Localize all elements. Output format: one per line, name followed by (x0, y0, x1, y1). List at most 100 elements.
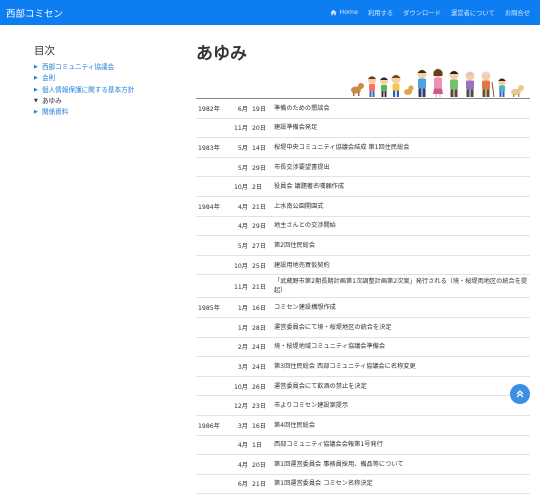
history-year (196, 118, 228, 139)
history-month: 4月 (228, 216, 250, 237)
history-year (196, 376, 228, 397)
history-year (196, 356, 228, 377)
history-event: コミセン建設構想作成 (272, 297, 530, 318)
history-event: 建設準備会発足 (272, 118, 530, 139)
toc-item-documents[interactable]: ▶ 関係資料 (34, 107, 184, 118)
triangle-right-icon: ▶ (34, 109, 38, 116)
history-day: 21日 (250, 474, 272, 494)
history-month: 11月 (228, 118, 250, 139)
history-year (196, 395, 228, 416)
history-month: 10月 (228, 376, 250, 397)
history-year (196, 274, 228, 299)
brand-link[interactable]: 西部コミセン (6, 6, 63, 20)
history-row: 1986年 3月 16日 第4回住民総会 (196, 415, 530, 436)
history-year (196, 255, 228, 276)
history-row: 3月 24日 第3回住民総会 西部コミュニティ協議会に名称変更 (196, 356, 530, 377)
history-year: 1983年 (196, 137, 228, 158)
history-event: 準備のための懇談会 (272, 98, 530, 119)
history-month: 6月 (228, 98, 250, 119)
history-day: 16日 (250, 297, 272, 318)
history-year (196, 435, 228, 456)
toc-item-bylaws[interactable]: ▶ 会則 (34, 73, 184, 84)
history-year (196, 235, 228, 256)
home-icon (330, 9, 337, 16)
history-year: 1985年 (196, 297, 228, 318)
history-month: 11月 (228, 274, 250, 299)
history-row: 2月 24日 境・桜堤地域コミュニティ協議会準備会 (196, 337, 530, 358)
history-year (196, 454, 228, 475)
toc-item-label: 個人情報保護に関する基本方針 (42, 85, 135, 94)
history-month: 4月 (228, 435, 250, 456)
history-row: 6月 21日 第1回運営委員会 コミセン名称決定 (196, 474, 530, 494)
history-day: 20日 (250, 118, 272, 139)
history-day: 21日 (250, 274, 272, 299)
history-row: 5月 27日 第2回住民総会 (196, 235, 530, 256)
toc-item-privacy[interactable]: ▶ 個人情報保護に関する基本方針 (34, 85, 184, 96)
history-day: 14日 (250, 137, 272, 158)
nav-home[interactable]: Home (330, 9, 358, 16)
history-row: 12月 23日 市よりコミセン建設案提示 (196, 395, 530, 416)
history-event: 桜堤中央コミュニティ協議会結成 第1回住民総会 (272, 137, 530, 158)
history-day: 24日 (250, 337, 272, 358)
history-year (196, 474, 228, 494)
history-year (196, 157, 228, 178)
toc-item-council[interactable]: ▶ 西部コミュニティ協議会 (34, 62, 184, 73)
history-day: 16日 (250, 415, 272, 436)
history-year (196, 216, 228, 237)
history-month: 5月 (228, 157, 250, 178)
history-day: 25日 (250, 255, 272, 276)
history-event: 第1回運営委員会 事務員採用、備品等について (272, 454, 530, 475)
history-month: 1月 (228, 297, 250, 318)
history-day: 28日 (250, 317, 272, 338)
history-day: 20日 (250, 454, 272, 475)
toc-title: 目次 (34, 45, 55, 57)
history-month: 12月 (228, 395, 250, 416)
history-row: 1月 28日 運営委員会にて境・桜堤地区の統合を決定 (196, 317, 530, 338)
family-illustration (351, 68, 524, 98)
scroll-top-button[interactable] (510, 384, 530, 404)
history-row: 10月 2日 役員会 議題著名嘆願作成 (196, 176, 530, 197)
history-day: 29日 (250, 157, 272, 178)
history-event: 上水南公園開園式 (272, 196, 530, 217)
history-month: 5月 (228, 235, 250, 256)
triangle-right-icon: ▶ (34, 75, 38, 82)
history-event: 地主さんとの交渉開始 (272, 216, 530, 237)
history-event: 運営委員会にて境・桜堤地区の統合を決定 (272, 317, 530, 338)
history-year: 1982年 (196, 98, 228, 119)
toc-item-label: 関係資料 (42, 108, 69, 117)
history-month: 2月 (228, 337, 250, 358)
history-table: 1982年 6月 19日 準備のための懇談会 11月 20日 建設準備会発足 1983年 5月 1… (196, 98, 530, 494)
history-month: 4月 (228, 454, 250, 475)
history-event: 第4回住民総会 (272, 415, 530, 436)
history-row: 4月 29日 地主さんとの交渉開始 (196, 216, 530, 237)
history-day: 19日 (250, 98, 272, 119)
nav-operator[interactable]: 運営者について (451, 8, 495, 17)
triangle-right-icon: ▶ (34, 64, 38, 70)
nav-download[interactable]: ダウンロード (403, 8, 441, 17)
history-row: 10月 25日 建設用地売買仮契約 (196, 255, 530, 276)
history-event: 市よりコミセン建設案提示 (272, 395, 530, 416)
nav-contact[interactable]: お問合せ (505, 8, 530, 17)
history-event: 境・桜堤地域コミュニティ協議会準備会 (272, 337, 530, 358)
nav-home-label: Home (339, 9, 358, 16)
history-event: 市長交渉要望書提出 (272, 157, 530, 178)
history-month: 1月 (228, 317, 250, 338)
history-month: 4月 (228, 196, 250, 217)
history-year (196, 176, 228, 197)
triangle-down-icon: ▼ (34, 97, 38, 104)
triangle-right-icon: ▶ (34, 86, 38, 93)
history-row: 4月 1日 西部コミュニティ協議会会報第1号発行 (196, 435, 530, 456)
toc-item-history[interactable]: ▼ あゆみ (34, 96, 184, 107)
history-year: 1984年 (196, 196, 228, 217)
history-day: 23日 (250, 395, 272, 416)
top-navbar: 西部コミセン Home 利用する ダウンロード 運営者について お問合せ (0, 0, 540, 25)
toc-sidebar: 目次 ▶ 西部コミュニティ協議会 ▶ 会則 ▶ 個人情報保護に関する基本方針 ▼… (34, 43, 184, 118)
history-day: 26日 (250, 376, 272, 397)
nav-use[interactable]: 利用する (368, 8, 393, 17)
history-day: 27日 (250, 235, 272, 256)
history-event: 運営委員会にて飲酒の禁止を決定 (272, 376, 530, 397)
history-row: 11月 21日 「武蔵野市第2期長期計画第1次調整計画第2次案」発行される（境・桜堤… (196, 274, 530, 299)
history-day: 1日 (250, 435, 272, 456)
page-title: あゆみ (196, 44, 247, 64)
history-event: 第3回住民総会 西部コミュニティ協議会に名称変更 (272, 356, 530, 377)
